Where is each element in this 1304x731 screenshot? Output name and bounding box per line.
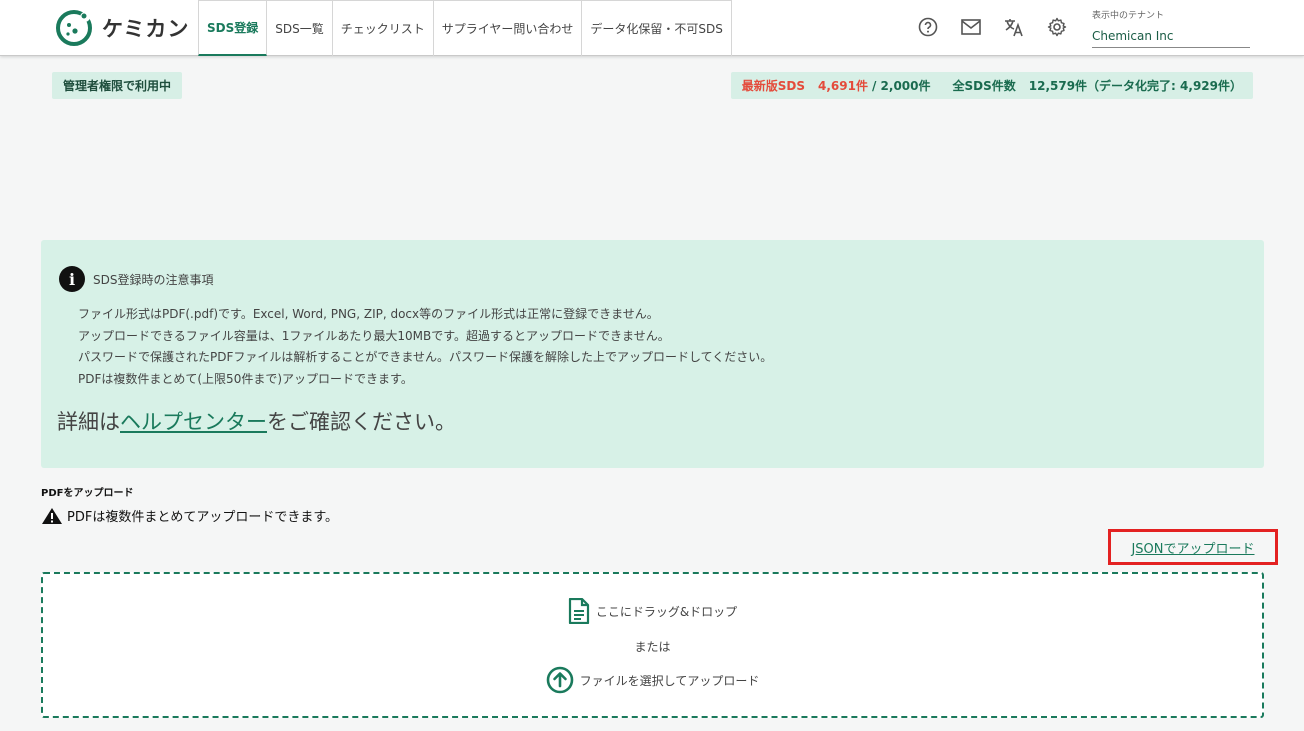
tab-supplier-inquiry[interactable]: サプライヤー問い合わせ (433, 0, 583, 56)
help-prefix: 詳細は (57, 410, 120, 434)
tab-pending-sds[interactable]: データ化保留・不可SDS (582, 0, 732, 56)
notice-list: ファイル形式はPDF(.pdf)です。Excel, Word, PNG, ZIP… (78, 304, 772, 390)
upload-arrow-icon (546, 666, 573, 694)
tab-sds-register[interactable]: SDS登録 (198, 0, 268, 56)
latest-sds-label: 最新版SDS (741, 79, 805, 93)
drop-text: ここにドラッグ&ドロップ (595, 604, 738, 619)
notice-box: i SDS登録時の注意事項 ファイル形式はPDF(.pdf)です。Excel, … (41, 240, 1264, 468)
help-text: 詳細はヘルプセンターをご確認ください。 (57, 406, 456, 436)
tab-checklist[interactable]: チェックリスト (332, 0, 434, 56)
mail-icon[interactable] (958, 14, 984, 40)
logo-mark-icon (56, 10, 92, 46)
pdf-dropzone[interactable]: ここにドラッグ&ドロップ または ファイルを選択してアップロード (41, 572, 1264, 718)
upload-warning: PDFは複数件まとめてアップロードできます。 (41, 506, 338, 525)
admin-badge: 管理者権限で利用中 (52, 72, 183, 99)
main-nav: SDS登録 SDS一覧 チェックリスト サプライヤー問い合わせ データ化保留・不… (198, 0, 732, 56)
top-header: ケミカン SDS登録 SDS一覧 チェックリスト サプライヤー問い合わせ データ… (0, 0, 1304, 56)
tab-sds-list[interactable]: SDS一覧 (267, 0, 333, 56)
app-logo[interactable]: ケミカン (54, 8, 194, 48)
upload-section-label: PDFをアップロード (41, 488, 134, 499)
all-sds-label: 全SDS件数 (952, 79, 1016, 93)
select-file-text: ファイルを選択してアップロード (579, 673, 760, 688)
json-upload-highlight: JSONでアップロード (1108, 529, 1278, 565)
tenant-selector[interactable]: 表示中のテナント Chemican Inc (1092, 6, 1250, 48)
notice-line: パスワードで保護されたPDFファイルは解析することができません。パスワード保護を… (78, 350, 773, 364)
latest-sds-limit: / 2,000件 (871, 79, 931, 93)
all-sds-count: 12,579件（データ化完了: 4,929件） (1028, 79, 1242, 93)
logo-text: ケミカン (102, 17, 190, 41)
tenant-label: 表示中のテナント (1092, 11, 1165, 21)
notice-line: アップロードできるファイル容量は、1ファイルあたり最大10MBです。超過するとア… (78, 328, 670, 343)
latest-sds-count: 4,691件 (818, 79, 868, 93)
notice-line: ファイル形式はPDF(.pdf)です。Excel, Word, PNG, ZIP… (78, 307, 659, 321)
notice-line: PDFは複数件まとめて(上限50件まで)アップロードできます。 (78, 371, 413, 386)
sds-stats-badge: 最新版SDS 4,691件 / 2,000件 全SDS件数 12,579件（デー… (730, 72, 1253, 99)
warning-icon (42, 507, 62, 524)
json-upload-link[interactable]: JSONでアップロード (1131, 538, 1254, 557)
notice-title: SDS登録時の注意事項 (93, 272, 214, 287)
drop-prompt: ここにドラッグ&ドロップ (43, 598, 1262, 624)
notice-header: i SDS登録時の注意事項 (59, 266, 213, 292)
select-file-button[interactable]: ファイルを選択してアップロード (43, 666, 1262, 694)
translate-icon[interactable] (1001, 14, 1027, 40)
gear-icon[interactable] (1044, 14, 1070, 40)
info-icon: i (59, 266, 85, 292)
help-suffix: をご確認ください。 (267, 410, 456, 434)
tenant-value: Chemican Inc (1092, 29, 1174, 43)
help-center-link[interactable]: ヘルプセンター (120, 410, 267, 434)
or-text: または (634, 640, 671, 654)
help-icon[interactable] (915, 14, 941, 40)
document-icon (568, 598, 589, 624)
upload-warning-text: PDFは複数件まとめてアップロードできます。 (67, 510, 339, 525)
